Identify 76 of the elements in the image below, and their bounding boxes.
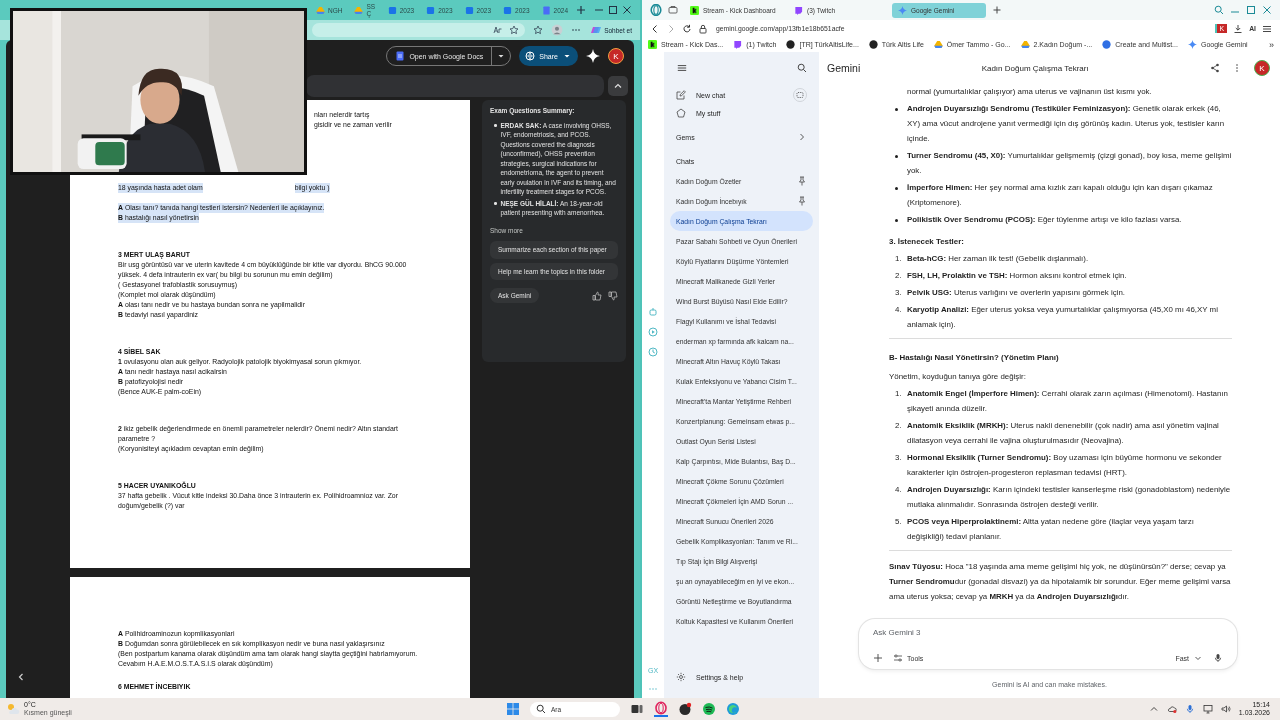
profile-icon[interactable] bbox=[551, 24, 564, 36]
document-icon bbox=[541, 5, 551, 15]
pin-icon[interactable] bbox=[797, 176, 807, 186]
sliders-icon bbox=[893, 653, 903, 663]
speaker-icon[interactable] bbox=[1220, 704, 1231, 714]
maximize-icon[interactable] bbox=[1246, 5, 1256, 15]
temporary-chat-icon[interactable] bbox=[793, 88, 807, 102]
thumbs-down-icon[interactable] bbox=[608, 290, 618, 301]
cloud-icon[interactable] bbox=[1166, 704, 1177, 714]
circle-icon bbox=[1102, 40, 1112, 49]
thumbs-up-icon[interactable] bbox=[592, 290, 602, 301]
more-bookmarks[interactable]: » bbox=[1269, 39, 1274, 50]
document-icon bbox=[387, 5, 397, 15]
circle-logo-icon bbox=[868, 40, 878, 49]
avatar[interactable]: K bbox=[1254, 60, 1270, 76]
document-icon bbox=[395, 51, 406, 61]
squares-logo-icon bbox=[591, 25, 602, 35]
pin-icon[interactable] bbox=[797, 196, 807, 206]
triangle-icon bbox=[1020, 40, 1030, 49]
document-icon bbox=[503, 5, 513, 15]
avatar[interactable]: K bbox=[608, 48, 624, 64]
settings-icon[interactable] bbox=[1262, 23, 1272, 34]
sparkle-icon[interactable] bbox=[586, 49, 600, 63]
speech-bubble-icon bbox=[794, 5, 803, 15]
reload-icon[interactable] bbox=[682, 23, 692, 34]
globe-icon bbox=[525, 51, 536, 61]
forward-icon[interactable] bbox=[666, 23, 676, 34]
ring-logo-icon[interactable] bbox=[650, 4, 662, 16]
plus-icon[interactable] bbox=[873, 653, 883, 663]
share-icon[interactable] bbox=[1210, 63, 1220, 73]
plus-icon[interactable] bbox=[576, 5, 586, 15]
document-icon bbox=[426, 5, 436, 15]
microphone-icon[interactable] bbox=[1184, 704, 1195, 714]
download-icon[interactable] bbox=[1233, 23, 1244, 34]
task-view-icon[interactable] bbox=[630, 702, 644, 716]
search-icon bbox=[536, 704, 546, 714]
square-logo-icon bbox=[648, 40, 657, 49]
monitor-icon[interactable] bbox=[1202, 704, 1213, 714]
pentagon-icon bbox=[676, 108, 686, 118]
search-icon[interactable] bbox=[1214, 5, 1224, 15]
sparkle-icon bbox=[1187, 40, 1197, 49]
app-name: Gemini bbox=[827, 62, 861, 74]
chevron-up-icon[interactable] bbox=[1148, 704, 1159, 714]
lock-icon bbox=[698, 23, 708, 34]
chat-title: Kadın Doğum Çalışma Tekrarı bbox=[980, 63, 1090, 73]
read-aloud-icon[interactable] bbox=[493, 25, 504, 35]
close-icon[interactable] bbox=[622, 5, 632, 15]
music-app-icon[interactable] bbox=[702, 702, 716, 716]
menu-icon[interactable] bbox=[676, 62, 688, 74]
play-circle-icon[interactable] bbox=[648, 327, 658, 337]
browser-icon[interactable] bbox=[726, 702, 740, 716]
triangle-icon bbox=[354, 5, 364, 15]
triangle-icon bbox=[316, 5, 325, 15]
speech-bubble-icon bbox=[733, 40, 743, 49]
search-icon[interactable] bbox=[797, 63, 807, 73]
collapse-button[interactable] bbox=[608, 76, 628, 96]
close-icon[interactable] bbox=[1262, 5, 1272, 15]
triangle-icon bbox=[933, 40, 943, 49]
chevron-left-icon[interactable] bbox=[16, 672, 26, 682]
sparkle-icon bbox=[898, 5, 907, 15]
ring-logo-icon[interactable] bbox=[654, 701, 668, 717]
plus-icon[interactable] bbox=[992, 5, 1002, 15]
microphone-icon[interactable] bbox=[1213, 653, 1223, 663]
tabs-icon[interactable] bbox=[668, 5, 678, 15]
pencil-icon bbox=[676, 90, 686, 100]
square-logo-icon bbox=[690, 5, 699, 15]
app-icon[interactable] bbox=[678, 702, 692, 716]
document-icon bbox=[464, 5, 474, 15]
circle-logo-icon bbox=[786, 40, 796, 49]
settings-icon bbox=[676, 672, 686, 682]
star-icon[interactable] bbox=[533, 25, 544, 35]
maximize-icon[interactable] bbox=[608, 5, 618, 15]
star-icon[interactable] bbox=[509, 25, 520, 35]
back-icon[interactable] bbox=[650, 23, 660, 34]
clock-icon[interactable] bbox=[648, 347, 658, 357]
windows-icon[interactable] bbox=[506, 702, 520, 716]
